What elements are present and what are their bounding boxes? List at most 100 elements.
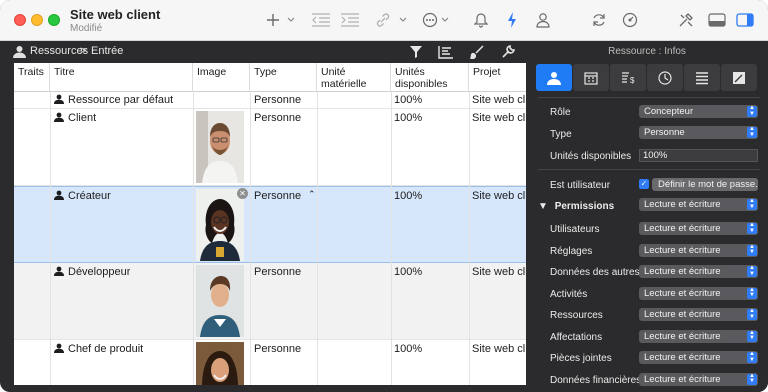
role-label: Rôle xyxy=(550,107,571,118)
permission-label: Affectations xyxy=(550,331,603,343)
column-header-image[interactable]: Image xyxy=(193,63,250,92)
calendar-tab-icon xyxy=(584,71,598,85)
refresh-icon[interactable] xyxy=(587,9,611,31)
popup-arrows-icon: ▲ ▼ xyxy=(747,330,757,342)
set-password-button[interactable]: Définir le mot de passe... xyxy=(652,178,758,191)
tab-calendar[interactable] xyxy=(573,64,609,91)
permission-popup[interactable]: Lecture et écriture ▲ ▼ xyxy=(639,243,758,257)
person-icon xyxy=(54,190,64,200)
permission-popup[interactable]: Lecture et écriture ▲ ▼ xyxy=(639,372,758,386)
remove-image-icon[interactable]: ✕ xyxy=(237,188,248,199)
link-icon[interactable] xyxy=(371,9,395,31)
plus-icon[interactable] xyxy=(261,9,285,31)
wrench-icon[interactable] xyxy=(499,44,517,60)
column-header-title[interactable]: Titre xyxy=(50,63,193,92)
document-title: Site web client xyxy=(70,7,161,22)
divider xyxy=(538,169,760,170)
column-header-type[interactable]: Type xyxy=(250,63,317,92)
indent-icon[interactable] xyxy=(338,9,362,31)
table-row-selected[interactable]: Créateur ✕ Personne ⌃ 100% Site web clie… xyxy=(14,186,526,263)
filter-icon[interactable] xyxy=(407,44,425,60)
permissions-label: Permissions xyxy=(554,201,615,212)
table-row[interactable]: Développeur Personne 100% Site web clien… xyxy=(14,263,526,340)
permissions-value: Lecture et écriture xyxy=(644,199,721,210)
avatar xyxy=(196,189,244,261)
permission-popup[interactable]: Lecture et écriture ▲ ▼ xyxy=(639,286,758,300)
permission-popup[interactable]: Lecture et écriture ▲ ▼ xyxy=(639,308,758,321)
permission-value: Lecture et écriture xyxy=(644,223,721,234)
tools-icon[interactable] xyxy=(674,9,698,31)
resource-table: Traits Titre Image Type Unité matérielle… xyxy=(14,63,526,385)
is-user-label: Est utilisateur xyxy=(550,180,611,191)
table-header: Traits Titre Image Type Unité matérielle… xyxy=(14,63,526,92)
table-row[interactable]: Ressource par défaut Personne 100% Site … xyxy=(14,92,526,109)
avatar xyxy=(196,111,244,183)
zoom-window-button[interactable] xyxy=(48,14,60,26)
tab-person[interactable] xyxy=(536,64,572,91)
minimize-window-button[interactable] xyxy=(31,14,43,26)
brush-icon[interactable] xyxy=(468,44,486,60)
column-header-available-units[interactable]: Unités disponibles xyxy=(391,63,469,92)
tab-list[interactable] xyxy=(684,64,720,91)
column-divider xyxy=(391,92,392,385)
permission-popup[interactable]: Lecture et écriture ▲ ▼ xyxy=(639,329,758,343)
role-popup[interactable]: Concepteur ▲ ▼ xyxy=(639,105,758,118)
table-row[interactable]: Client Personne 100% Site web client xyxy=(14,109,526,186)
bell-icon[interactable] xyxy=(469,9,493,31)
more-icon[interactable] xyxy=(418,9,442,31)
permission-popup[interactable]: Lecture et écriture ▲ ▼ xyxy=(639,351,758,364)
permission-label: Données des autres xyxy=(550,267,640,278)
list-tab-icon xyxy=(696,71,708,84)
breadcrumb: Ressources > Entrée xyxy=(0,41,526,63)
dashboard-icon[interactable] xyxy=(618,9,642,31)
close-window-button[interactable] xyxy=(14,14,26,26)
notes-tab-icon xyxy=(733,71,745,84)
row-type: Personne xyxy=(254,343,302,355)
row-units: 100% xyxy=(394,94,423,106)
bottom-panel-icon[interactable] xyxy=(705,9,729,31)
row-project: Site web client xyxy=(472,190,526,202)
row-title-text: Client xyxy=(68,112,97,124)
flash-icon[interactable] xyxy=(500,9,524,31)
chevron-down-icon[interactable] xyxy=(398,14,408,26)
permission-value: Lecture et écriture xyxy=(644,287,721,299)
table-row[interactable]: Chef de produit Personne 100% Site web c… xyxy=(14,340,526,385)
type-popup-arrows-icon[interactable]: ⌃ xyxy=(308,189,316,200)
side-panel-icon[interactable] xyxy=(733,9,757,31)
row-project: Site web client xyxy=(472,266,526,278)
type-popup[interactable]: Personne ▲ ▼ xyxy=(639,126,758,139)
breadcrumb-current[interactable]: Entrée xyxy=(91,45,123,57)
chevron-down-icon[interactable] xyxy=(440,14,450,26)
permissions-disclosure[interactable]: ▼ Permissions xyxy=(538,201,614,212)
person-icon xyxy=(54,343,64,353)
row-project: Site web client xyxy=(472,112,526,124)
row-units: 100% xyxy=(394,190,423,202)
permissions-popup[interactable]: Lecture et écriture ▲ ▼ xyxy=(639,198,758,211)
row-type: Personne xyxy=(254,112,302,124)
popup-arrows-icon: ▲ ▼ xyxy=(747,105,757,117)
person-icon[interactable] xyxy=(531,9,555,31)
tab-cost[interactable]: $ xyxy=(610,64,646,91)
inspector-title: Ressource : Infos xyxy=(608,46,686,57)
permission-popup[interactable]: Lecture et écriture ▲ ▼ xyxy=(639,265,758,278)
row-title: Ressource par défaut xyxy=(54,94,173,106)
row-title-text: Créateur xyxy=(68,190,111,202)
tab-clock[interactable] xyxy=(647,64,683,91)
is-user-checkbox[interactable]: ✓ xyxy=(639,179,649,189)
row-title-text: Développeur xyxy=(68,266,131,278)
inspector-panel: Ressource : Infos $ Rôle Concepteur ▲ ▼ T… xyxy=(526,41,768,392)
type-label: Type xyxy=(550,129,572,140)
column-header-material-unit[interactable]: Unité matérielle xyxy=(317,63,391,92)
row-units: 100% xyxy=(394,112,423,124)
columns-icon[interactable] xyxy=(437,44,455,60)
tab-notes[interactable] xyxy=(721,64,757,91)
units-field[interactable]: 100% xyxy=(639,149,758,162)
permission-popup[interactable]: Lecture et écriture ▲ ▼ xyxy=(639,222,758,235)
column-header-traits[interactable]: Traits xyxy=(14,63,50,92)
permission-label: Ressources xyxy=(550,310,603,321)
column-header-project[interactable]: Projet xyxy=(469,63,526,92)
person-tab-icon xyxy=(547,71,561,85)
chevron-down-icon[interactable] xyxy=(286,14,296,26)
row-type: Personne xyxy=(254,190,302,202)
outdent-icon[interactable] xyxy=(309,9,333,31)
